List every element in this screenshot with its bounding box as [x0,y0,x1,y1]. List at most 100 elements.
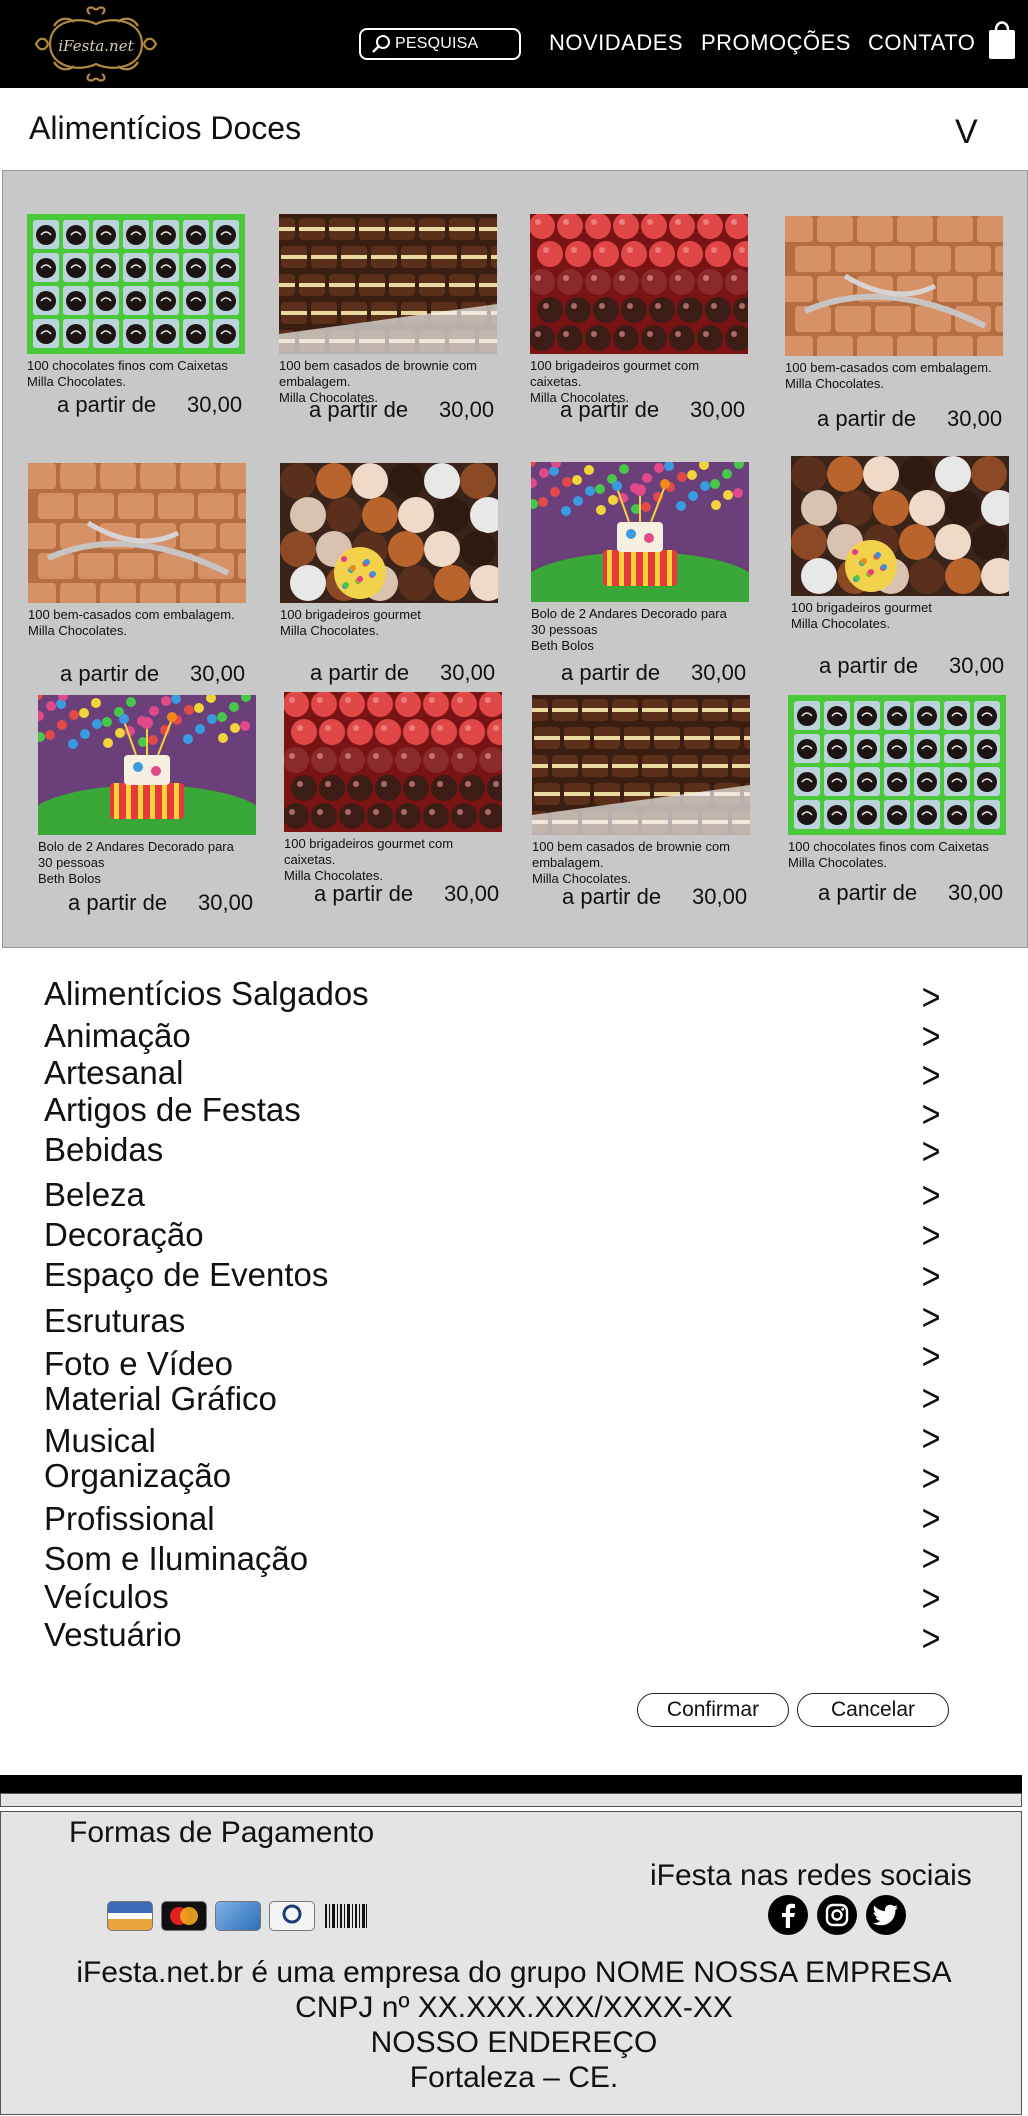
shopping-bag-icon[interactable] [988,18,1016,60]
chevron-right-icon[interactable]: > [922,1297,941,1340]
category-item-label[interactable]: Organização [44,1457,231,1495]
mastercard-icon [161,1901,207,1931]
twitter-icon[interactable] [866,1895,906,1935]
category-item-label[interactable]: Foto e Vídeo [44,1345,233,1383]
footer-cnpj-line: CNPJ nº XX.XXX.XXX/XXXX-XX [295,1991,733,2024]
product-price-label: a partir de [562,884,662,909]
cancel-button[interactable]: Cancelar [797,1693,949,1727]
category-item-label[interactable]: Artigos de Festas [44,1091,301,1129]
product-price-value: 30,00 [692,884,748,909]
product-image[interactable] [532,695,750,835]
product-price-value: 30,00 [444,881,500,906]
nav-novidades[interactable]: NOVIDADES [549,30,683,56]
search-box[interactable]: PESQUISA [359,28,521,60]
facebook-icon[interactable] [768,1895,808,1935]
category-title-alimenticios-doces[interactable]: Alimentícios Doces [29,110,301,147]
ifesta-logo[interactable]: iFesta.net [30,2,162,86]
product-card[interactable]: 100 bem-casados com embalagem. Milla Cho… [28,463,258,693]
product-image[interactable] [788,695,1006,835]
chevron-right-icon[interactable]: > [922,1498,941,1541]
product-card[interactable]: Bolo de 2 Andares Decorado para 30 pesso… [531,462,761,692]
product-card[interactable]: 100 brigadeiros gourmet com caixetas. Mi… [530,214,760,444]
product-price-value: 30,00 [949,653,1005,678]
product-description: 100 brigadeiros gourmet Milla Chocolates… [280,607,421,638]
chevron-right-icon[interactable]: > [922,1016,941,1059]
product-image[interactable] [785,216,1003,356]
product-card[interactable]: 100 chocolates finos com Caixetas Milla … [27,214,257,444]
chevron-right-icon[interactable]: > [922,1175,941,1218]
product-card[interactable]: 100 bem-casados com embalagem. Milla Cho… [785,216,1015,446]
payment-methods-title: Formas de Pagamento [69,1816,375,1849]
category-item-label[interactable]: Espaço de Eventos [44,1256,328,1294]
chevron-right-icon[interactable]: > [922,1256,941,1299]
nav-contato[interactable]: CONTATO [868,30,975,56]
product-image[interactable] [38,695,256,835]
product-description: 100 brigadeiros gourmet com caixetas. Mi… [284,836,454,883]
category-item-label[interactable]: Bebidas [44,1131,163,1169]
product-card[interactable]: 100 bem casados de brownie com embalagem… [279,214,509,444]
search-label: PESQUISA [395,35,479,52]
product-image[interactable] [28,463,246,603]
product-price-label: a partir de [309,397,409,422]
chevron-right-icon[interactable]: > [922,1378,941,1421]
product-image[interactable] [791,456,1009,596]
product-card[interactable]: Bolo de 2 Andares Decorado para 30 pesso… [38,695,268,925]
product-price-value: 30,00 [691,660,747,685]
american-express-icon [215,1901,261,1931]
product-price-value: 30,00 [440,660,496,685]
chevron-right-icon[interactable]: > [922,1418,941,1461]
category-item-label[interactable]: Artesanal [44,1054,183,1092]
svg-text:iFesta.net: iFesta.net [58,37,134,55]
product-card[interactable]: 100 brigadeiros gourmet Milla Chocolates… [280,463,510,693]
category-item-label[interactable]: Vestuário [44,1616,182,1654]
payment-methods-icons [107,1901,369,1931]
chevron-right-icon[interactable]: > [922,1538,941,1581]
product-image[interactable] [27,214,245,354]
product-price-label: a partir de [819,653,919,678]
category-item-label[interactable]: Musical [44,1422,156,1460]
product-price-label: a partir de [818,880,918,905]
product-image[interactable] [531,462,749,602]
product-card[interactable]: 100 brigadeiros gourmet Milla Chocolates… [791,456,1021,686]
barcode-icon [325,1904,367,1928]
chevron-right-icon[interactable]: > [922,1618,941,1661]
search-icon [372,35,390,53]
collapse-toggle-icon[interactable]: V [955,113,978,152]
product-image[interactable] [530,214,748,354]
category-item-label[interactable]: Veículos [44,1578,169,1616]
product-image[interactable] [280,463,498,603]
product-price-label: a partir de [561,660,661,685]
category-item-label[interactable]: Som e Iluminação [44,1540,308,1578]
category-item-label[interactable]: Alimentícios Salgados [44,975,369,1013]
footer-divider-strip [0,1793,1022,1807]
product-image[interactable] [279,214,497,354]
visa-icon [107,1901,153,1931]
product-price-value: 30,00 [948,880,1004,905]
category-item-label[interactable]: Profissional [44,1500,215,1538]
chevron-right-icon[interactable]: > [922,1215,941,1258]
product-price-label: a partir de [57,392,157,417]
product-image[interactable] [284,692,502,832]
product-card[interactable]: 100 bem casados de brownie com embalagem… [532,695,762,925]
nav-promocoes[interactable]: PROMOÇÕES [701,30,851,56]
footer-city-line: Fortaleza – CE. [409,2061,619,2094]
product-price-value: 30,00 [947,406,1003,431]
category-item-label[interactable]: Esruturas [44,1302,185,1340]
category-item-label[interactable]: Decoração [44,1216,204,1254]
instagram-icon[interactable] [817,1895,857,1935]
product-description: 100 chocolates finos com Caixetas Milla … [788,839,989,870]
product-description: 100 bem casados de brownie com embalagem… [532,839,731,886]
product-card[interactable]: 100 chocolates finos com Caixetas Milla … [788,695,1018,925]
chevron-right-icon[interactable]: > [922,1055,941,1098]
confirm-button[interactable]: Confirmar [637,1693,789,1727]
category-item-label[interactable]: Animação [44,1017,191,1055]
chevron-right-icon[interactable]: > [922,1578,941,1621]
chevron-right-icon[interactable]: > [922,1131,941,1174]
category-item-label[interactable]: Beleza [44,1176,145,1214]
category-item-label[interactable]: Material Gráfico [44,1380,277,1418]
product-card[interactable]: 100 brigadeiros gourmet com caixetas. Mi… [284,692,514,922]
chevron-right-icon[interactable]: > [922,1458,941,1501]
chevron-right-icon[interactable]: > [922,1336,941,1379]
product-price-label: a partir de [314,881,414,906]
chevron-right-icon[interactable]: > [922,977,941,1020]
